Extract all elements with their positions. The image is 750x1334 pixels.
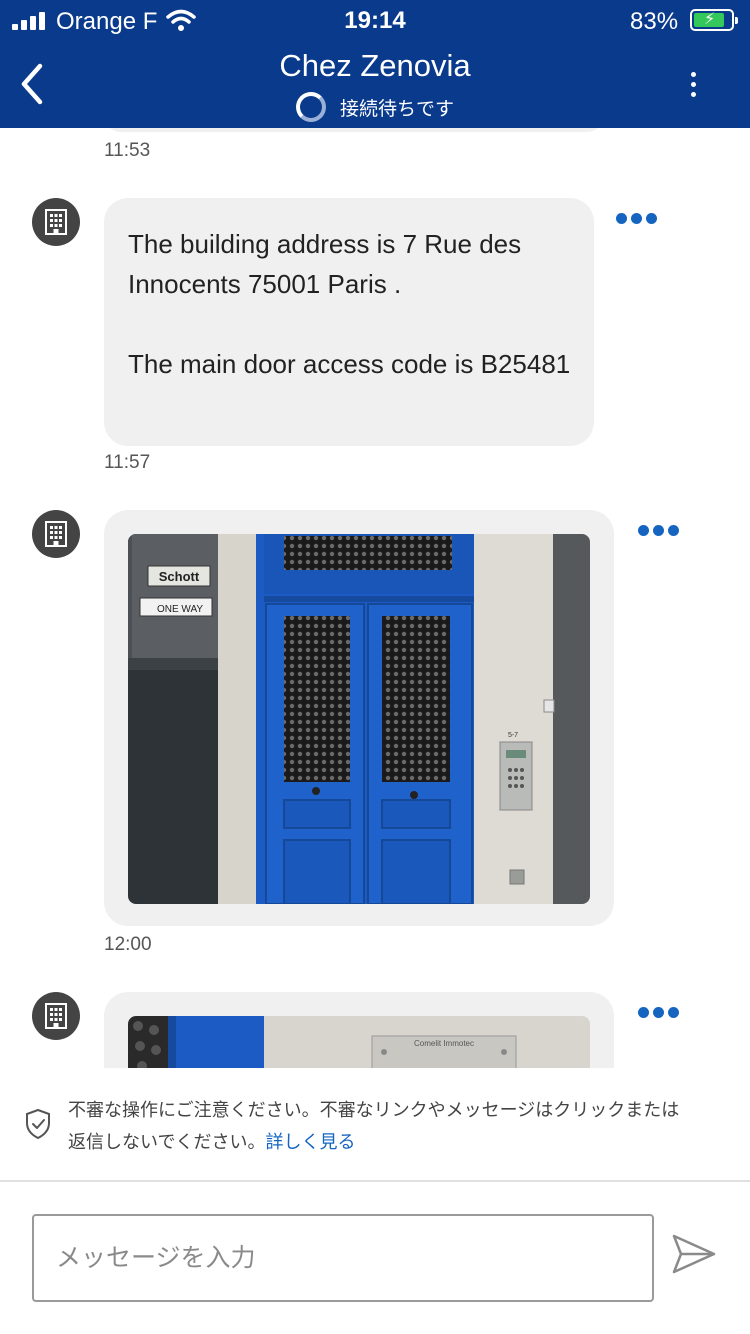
host-avatar [32,510,80,558]
message-list[interactable]: 11:53 The building address is 7 Rue des … [0,128,750,1068]
loading-spinner-icon [295,92,326,122]
battery-icon: ⚡ [690,9,738,31]
learn-more-link[interactable]: 詳しく見る [265,1132,355,1152]
message-timestamp: 11:57 [104,452,151,473]
divider [0,1180,750,1182]
chat-title: Chez Zenovia [279,48,471,83]
message-timestamp: 12:00 [104,934,152,955]
message-paragraph: The building address is 7 Rue des Innoce… [128,229,522,299]
status-bar: Orange F 19:14 83% ⚡ [0,0,750,44]
message-more-button[interactable] [616,212,660,226]
overflow-menu-button[interactable] [676,70,712,100]
message-text: The building address is 7 Rue des Innoce… [128,224,588,384]
shield-check-icon [26,1108,50,1140]
message-input-container[interactable] [32,1214,654,1302]
message-paragraph: The main door access code is B25481 [128,349,571,379]
photo-oneway-text: ONE WAY [157,604,203,615]
intercom-photo[interactable]: Comelit Immotec [128,1016,590,1068]
image-message-bubble[interactable]: Comelit Immotec [104,992,614,1068]
warning-text: 不審な操作にご注意ください。不審なリンクやメッセージはクリックまたは返信しないで… [68,1094,688,1158]
message-more-button[interactable] [638,524,682,538]
photo-plate-text: Comelit Immotec [414,1039,474,1048]
safety-warning: 不審な操作にご注意ください。不審なリンクやメッセージはクリックまたは返信しないで… [0,1068,750,1180]
door-photo[interactable]: Schott ONE WAY 5-7 [128,534,590,904]
battery-percent: 83% [630,8,679,35]
warning-message: 不審な操作にご注意ください。不審なリンクやメッセージはクリックまたは返信しないで… [68,1100,680,1152]
message-more-button[interactable] [638,1006,682,1020]
message-timestamp: 11:53 [104,140,151,161]
chat-header: Orange F 19:14 83% ⚡ Chez Zenovia 接続待ちです [0,0,750,128]
connection-status: 接続待ちです [0,92,750,122]
message-bubble-partial [104,128,604,132]
building-icon [45,209,67,235]
building-icon [45,1003,67,1029]
photo-number-text: 5-7 [508,732,518,739]
send-button[interactable] [670,1232,718,1276]
photo-sign-text: Schott [159,569,200,584]
connection-status-label: 接続待ちです [339,98,454,120]
message-input[interactable] [56,1236,626,1280]
charging-bolt-icon: ⚡ [704,11,716,28]
building-icon [45,521,67,547]
host-avatar [32,198,80,246]
image-message-bubble[interactable]: Schott ONE WAY 5-7 [104,510,614,926]
message-bubble[interactable]: The building address is 7 Rue des Innoce… [104,198,594,446]
host-avatar [32,992,80,1040]
